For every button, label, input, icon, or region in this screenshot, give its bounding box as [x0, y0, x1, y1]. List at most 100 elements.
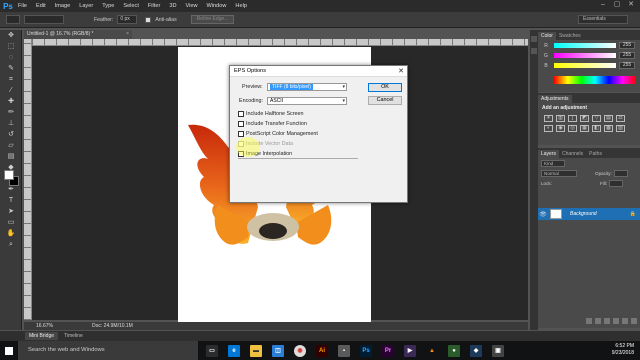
history-brush-tool-icon[interactable]: ↺: [3, 130, 19, 140]
gradient-tool-icon[interactable]: ▤: [3, 152, 19, 162]
tab-layers[interactable]: Layers: [538, 150, 560, 158]
levels-icon[interactable]: ▥: [556, 115, 565, 122]
properties-panel-icon[interactable]: [531, 48, 537, 54]
tab-adjustments[interactable]: Adjustments: [538, 95, 572, 103]
black-white-icon[interactable]: ◐: [544, 125, 553, 132]
layer-background[interactable]: 👁 Background 🔒: [538, 208, 640, 220]
tab-swatches[interactable]: Swatches: [556, 32, 584, 40]
invert-icon[interactable]: ◧: [592, 125, 601, 132]
eye-icon[interactable]: 👁: [538, 211, 548, 218]
antialias-checkbox[interactable]: [145, 16, 152, 23]
layer-kind-filter[interactable]: Kind: [541, 159, 565, 167]
document-close-icon[interactable]: ×: [126, 30, 129, 39]
brush-tool-icon[interactable]: ✏: [3, 108, 19, 118]
green-value[interactable]: 255: [619, 52, 635, 59]
zoom-level[interactable]: 16.67%: [24, 323, 53, 329]
tab-color[interactable]: Color: [538, 32, 556, 40]
threshold-icon[interactable]: ▨: [616, 125, 625, 132]
photo-filter-icon[interactable]: ◉: [556, 125, 565, 132]
hue-saturation-icon[interactable]: ▤: [604, 115, 613, 122]
quick-selection-tool-icon[interactable]: ✎: [3, 64, 19, 74]
photoshop-taskbar-icon[interactable]: Ps: [360, 344, 372, 357]
zoom-tool-icon[interactable]: ⌕: [3, 240, 19, 250]
pen-tool-icon[interactable]: ✒: [3, 185, 19, 195]
channel-mixer-icon[interactable]: ◎: [568, 125, 577, 132]
encoding-select[interactable]: ASCII ▾: [267, 97, 347, 105]
illustrator-icon[interactable]: Ai: [316, 344, 328, 357]
chrome-icon[interactable]: ◉: [294, 344, 306, 357]
workspace-switcher[interactable]: Essentials: [578, 15, 628, 24]
red-slider[interactable]: [554, 43, 616, 48]
include-halftone-checkbox[interactable]: Include Halftone Screen: [238, 111, 304, 117]
red-value[interactable]: 255: [619, 42, 635, 49]
eraser-tool-icon[interactable]: ▱: [3, 141, 19, 151]
blue-value[interactable]: 255: [619, 62, 635, 69]
clone-stamp-tool-icon[interactable]: ⊥: [3, 119, 19, 129]
shape-tool-icon[interactable]: ▭: [3, 218, 19, 228]
history-panel-icon[interactable]: [531, 36, 537, 42]
menu-view[interactable]: View: [185, 3, 197, 9]
taskbar-clock[interactable]: 6:52 PM 9/23/2018: [612, 343, 634, 357]
close-icon[interactable]: ✕: [624, 0, 638, 10]
hand-tool-icon[interactable]: ✋: [3, 229, 19, 239]
cancel-button[interactable]: Cancel: [368, 96, 402, 105]
postscript-color-checkbox[interactable]: PostScript Color Management: [238, 131, 318, 137]
app-icon[interactable]: ▪: [338, 344, 350, 357]
menu-3d[interactable]: 3D: [169, 3, 176, 9]
curves-icon[interactable]: ∫: [568, 115, 577, 122]
windows-start-icon[interactable]: [0, 341, 18, 360]
blue-slider[interactable]: [554, 63, 616, 68]
tab-timeline[interactable]: Timeline: [64, 333, 83, 339]
refine-edge-button[interactable]: Refine Edge...: [190, 15, 235, 24]
vlc-icon[interactable]: ▲: [426, 345, 438, 357]
exposure-icon[interactable]: ◩: [580, 115, 589, 122]
store-icon[interactable]: ◫: [272, 344, 284, 357]
link-layers-icon[interactable]: [586, 318, 592, 324]
crop-tool-icon[interactable]: ⌗: [3, 75, 19, 85]
color-lookup-icon[interactable]: ▦: [580, 125, 589, 132]
add-mask-icon[interactable]: [604, 318, 610, 324]
opacity-input[interactable]: [613, 169, 628, 177]
recorder-icon[interactable]: ●: [448, 344, 460, 357]
eyedropper-tool-icon[interactable]: ⁄: [3, 86, 19, 96]
type-tool-icon[interactable]: T: [3, 196, 19, 206]
file-explorer-icon[interactable]: ▬: [250, 344, 262, 357]
menu-help[interactable]: Help: [235, 3, 247, 9]
menu-file[interactable]: File: [18, 3, 27, 9]
healing-brush-tool-icon[interactable]: ✚: [3, 97, 19, 107]
media-icon[interactable]: ▶: [404, 344, 416, 357]
marquee-tool-icon[interactable]: ⬚: [3, 42, 19, 52]
minimize-icon[interactable]: –: [596, 0, 610, 10]
menu-window[interactable]: Window: [207, 3, 227, 9]
menu-edit[interactable]: Edit: [36, 3, 46, 9]
new-group-icon[interactable]: [613, 318, 619, 324]
dialog-close-icon[interactable]: ✕: [398, 66, 404, 77]
move-tool-icon[interactable]: ✥: [3, 31, 19, 41]
selection-mode-buttons[interactable]: [24, 15, 64, 24]
color-spectrum[interactable]: [554, 76, 636, 84]
blend-mode-select[interactable]: Normal: [541, 169, 577, 177]
maximize-icon[interactable]: ▢: [610, 0, 624, 10]
feather-input[interactable]: 0 px: [117, 15, 138, 24]
posterize-icon[interactable]: ▩: [604, 125, 613, 132]
task-view-icon[interactable]: ▭: [206, 344, 218, 357]
taskbar-search[interactable]: Search the web and Windows: [18, 341, 198, 360]
edge-icon[interactable]: e: [228, 344, 240, 357]
delete-layer-icon[interactable]: [631, 318, 637, 324]
menu-select[interactable]: Select: [123, 3, 139, 9]
layer-style-icon[interactable]: [595, 318, 601, 324]
menu-layer[interactable]: Layer: [79, 3, 93, 9]
network-app-icon[interactable]: ◆: [470, 344, 482, 357]
vibrance-icon[interactable]: ▽: [592, 115, 601, 122]
path-selection-tool-icon[interactable]: ➤: [3, 207, 19, 217]
menu-image[interactable]: Image: [55, 3, 71, 9]
menu-filter[interactable]: Filter: [148, 3, 160, 9]
green-slider[interactable]: [554, 53, 616, 58]
tool-preset-picker[interactable]: [6, 15, 20, 24]
menu-type[interactable]: Type: [102, 3, 114, 9]
document-tab[interactable]: Untitled-1 @ 16.7% (RGB/8) * ×: [24, 30, 132, 39]
color-balance-icon[interactable]: ⚖: [616, 115, 625, 122]
ok-button[interactable]: OK: [368, 83, 402, 92]
lasso-tool-icon[interactable]: ◌: [3, 53, 19, 63]
brightness-icon[interactable]: ☀: [544, 115, 553, 122]
